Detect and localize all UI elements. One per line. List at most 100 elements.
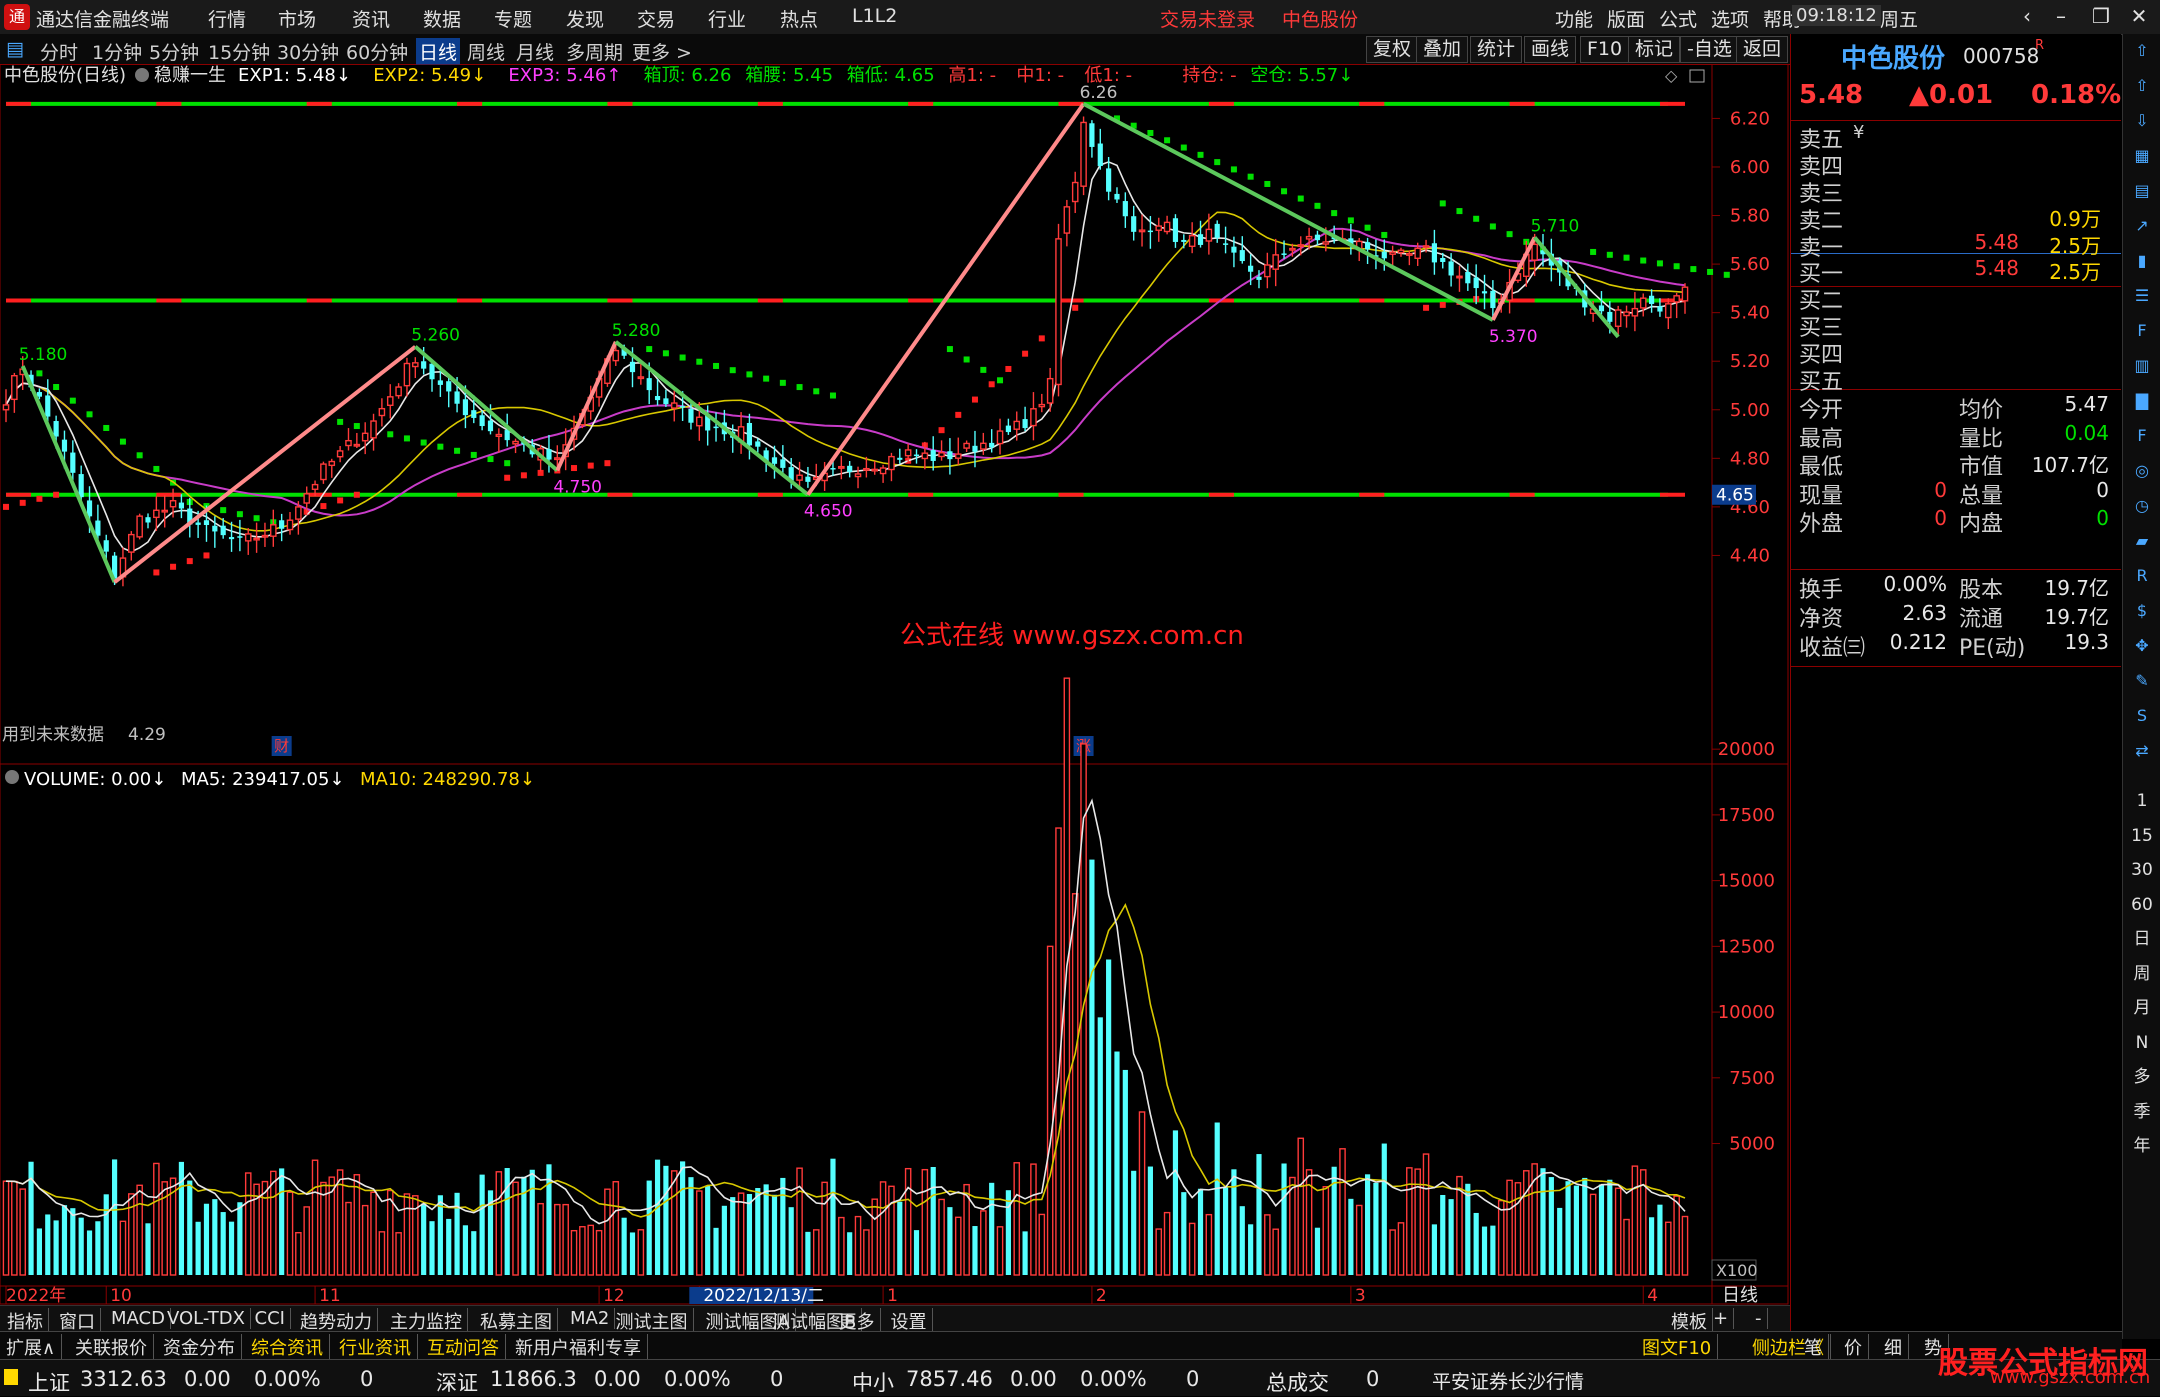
period-7[interactable]: 周线 (467, 38, 505, 65)
chart-icon-9[interactable]: ▥ (2131, 355, 2153, 377)
stat-value-b-4: 0 (2096, 506, 2109, 530)
kline-icon-6[interactable]: ▮ (2131, 250, 2153, 272)
period-shortcut-6[interactable]: 月 (2131, 997, 2153, 1019)
panel-max-icon[interactable] (1689, 69, 1705, 83)
up-arrow-icon-1[interactable]: ⇧ (2131, 75, 2153, 97)
pen-icon-18[interactable]: ✎ (2131, 670, 2153, 692)
period-shortcut-3[interactable]: 60 (2131, 894, 2153, 916)
menu-2[interactable]: 资讯 (352, 5, 390, 32)
list-icon-7[interactable]: ☰ (2131, 285, 2153, 307)
menu-3[interactable]: 数据 (423, 5, 461, 32)
info-tab-2[interactable]: 资金分布 (157, 1334, 242, 1360)
info-right-tab-4[interactable]: 细 (1878, 1334, 1909, 1360)
menu-1[interactable]: 市场 (278, 5, 316, 32)
tool-6[interactable]: -自选 (1680, 36, 1739, 63)
template-btn-1[interactable]: + (1708, 1308, 1735, 1329)
info-tab-6[interactable]: 新用户福利专享 (509, 1334, 648, 1360)
period-2[interactable]: 5分钟 (149, 38, 199, 65)
tool-1[interactable]: 叠加 (1416, 36, 1469, 63)
period-6[interactable]: 日线 (416, 38, 461, 65)
right-menu-0[interactable]: 功能 (1555, 5, 1593, 32)
back-icon[interactable]: ‹ (2010, 4, 2044, 30)
menu-0[interactable]: 行情 (208, 5, 246, 32)
right-menu-1[interactable]: 版面 (1607, 5, 1645, 32)
info-right-tab-2[interactable]: 笔 (1798, 1334, 1829, 1360)
formula-dropdown-icon[interactable] (135, 68, 149, 82)
info-tab-4[interactable]: 行业资讯 (333, 1334, 418, 1360)
login-status[interactable]: 交易未登录 (1160, 5, 1255, 32)
compass-icon-12[interactable]: ◎ (2131, 460, 2153, 482)
right-menu-2[interactable]: 公式 (1659, 5, 1697, 32)
info-tab-1[interactable]: 关联报价 (69, 1334, 154, 1360)
menu-4[interactable]: 专题 (494, 5, 532, 32)
index-name-0[interactable]: 上证 (28, 1367, 70, 1397)
menu-9[interactable]: L1L2 (852, 5, 897, 27)
bar-icon-10[interactable]: ▇ (2131, 390, 2153, 412)
indicator-tab-8[interactable]: MA2 (565, 1308, 616, 1329)
macd-icon-14[interactable]: ▰ (2131, 530, 2153, 552)
period-shortcut-8[interactable]: 多 (2131, 1066, 2153, 1088)
period-0[interactable]: 分时 (40, 38, 78, 65)
menu-6[interactable]: 交易 (637, 5, 675, 32)
info-right-tab-0[interactable]: 图文F10 (1636, 1334, 1719, 1360)
tool-5[interactable]: 标记 (1628, 36, 1681, 63)
clock-icon-13[interactable]: ◷ (2131, 495, 2153, 517)
period-9[interactable]: 多周期 (566, 38, 623, 65)
period-1[interactable]: 1分钟 (92, 38, 142, 65)
trend-icon-5[interactable]: ↗ (2131, 215, 2153, 237)
fs-icon-19[interactable]: S (2131, 705, 2153, 727)
period-menu-icon[interactable]: ▤ (6, 38, 24, 60)
status-bar: 上证 3312.63 0.00 0.00% 0 深证 11866.3 0.00 0.00% 0 中小… (0, 1359, 2160, 1396)
period-shortcut-10[interactable]: 年 (2131, 1135, 2153, 1157)
index-name-2[interactable]: 中小 (852, 1367, 894, 1397)
swap-icon-20[interactable]: ⇄ (2131, 740, 2153, 762)
menu-5[interactable]: 发现 (566, 5, 604, 32)
right-menu-3[interactable]: 选项 (1711, 5, 1749, 32)
period-shortcut-9[interactable]: 季 (2131, 1101, 2153, 1123)
down-arrow-icon-2[interactable]: ⇩ (2131, 110, 2153, 132)
tool-7[interactable]: 返回 (1736, 36, 1789, 63)
tool-0[interactable]: 复权 (1366, 36, 1419, 63)
candle-body-82 (688, 408, 694, 423)
period-shortcut-2[interactable]: 30 (2131, 859, 2153, 881)
tool-3[interactable]: 画线 (1524, 36, 1577, 63)
info-tab-0[interactable]: 扩展∧ (0, 1334, 63, 1360)
close-icon[interactable]: ✕ (2122, 4, 2156, 30)
chart-area[interactable]: 6.206.005.805.605.405.205.004.804.604.40… (0, 64, 1790, 1305)
period-shortcut-4[interactable]: 日 (2131, 928, 2153, 950)
period-10[interactable]: 更多 > (632, 38, 692, 65)
period-4[interactable]: 30分钟 (277, 38, 339, 65)
menu-7[interactable]: 行业 (708, 5, 746, 32)
stat-label-b-1: 量比 (1959, 426, 2004, 452)
table-icon-4[interactable]: ▤ (2131, 180, 2153, 202)
period-8[interactable]: 月线 (516, 38, 554, 65)
menu-8[interactable]: 热点 (780, 5, 818, 32)
period-shortcut-7[interactable]: N (2131, 1032, 2153, 1054)
template-btn-2[interactable]: - (1750, 1308, 1768, 1329)
f2-icon-11[interactable]: F (2131, 425, 2153, 447)
f10-icon-8[interactable]: F (2131, 320, 2153, 342)
period-shortcut-0[interactable]: 1 (2131, 790, 2153, 812)
date-label-1: 10 (110, 1286, 132, 1305)
indicator-tab-4[interactable]: CCI (250, 1308, 291, 1329)
move-icon-17[interactable]: ✥ (2131, 635, 2153, 657)
minimize-icon[interactable]: – (2044, 4, 2078, 30)
info-tab-5[interactable]: 互动问答 (421, 1334, 506, 1360)
info-tab-3[interactable]: 综合资讯 (245, 1334, 330, 1360)
index-name-1[interactable]: 深证 (436, 1367, 478, 1397)
rsi-icon-15[interactable]: R (2131, 565, 2153, 587)
volume-dropdown-icon[interactable] (5, 770, 19, 784)
info-right-tab-3[interactable]: 价 (1838, 1334, 1869, 1360)
period-shortcut-5[interactable]: 周 (2131, 963, 2153, 985)
period-5[interactable]: 60分钟 (346, 38, 408, 65)
period-3[interactable]: 15分钟 (208, 38, 270, 65)
grid-icon-3[interactable]: ▦ (2131, 145, 2153, 167)
money-icon-16[interactable]: $ (2131, 600, 2153, 622)
restore-icon[interactable]: ❐ (2084, 4, 2118, 30)
up-arrow-icon-0[interactable]: ⇧ (2131, 40, 2153, 62)
tool-4[interactable]: F10 (1580, 36, 1630, 63)
volume-bar-133 (1114, 1051, 1120, 1275)
indicator-tab-3[interactable]: VOL-TDX (162, 1308, 251, 1329)
period-shortcut-1[interactable]: 15 (2131, 825, 2153, 847)
tool-2[interactable]: 统计 (1470, 36, 1523, 63)
